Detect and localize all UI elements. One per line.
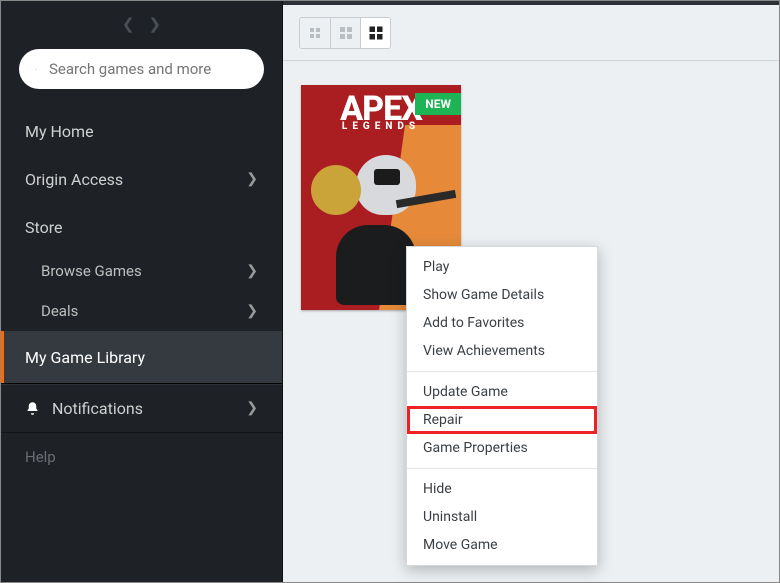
- sidebar-item-label: Help: [25, 448, 56, 466]
- chevron-right-icon: ❯: [246, 171, 258, 187]
- sidebar-item-label: My Home: [25, 122, 94, 141]
- view-toolbar: [283, 5, 779, 61]
- grid-small-icon: [307, 25, 323, 41]
- view-small-grid-button[interactable]: [300, 18, 330, 48]
- context-menu-item-hide[interactable]: Hide: [407, 475, 597, 503]
- app-root: ❮ ❯ My Home Origin Access ❯ Store Browse…: [1, 1, 779, 582]
- sidebar-item-label: Deals: [41, 302, 78, 320]
- sidebar-item-label: Origin Access: [25, 170, 123, 189]
- context-menu-item-move-game[interactable]: Move Game: [407, 531, 597, 559]
- sidebar-item-deals[interactable]: Deals ❯: [1, 291, 282, 331]
- sidebar-item-origin-access[interactable]: Origin Access ❯: [1, 155, 282, 203]
- sidebar-item-my-home[interactable]: My Home: [1, 107, 282, 155]
- context-menu-item-add-to-favorites[interactable]: Add to Favorites: [407, 309, 597, 337]
- chevron-right-icon: ❯: [246, 303, 258, 319]
- history-nav: ❮ ❯: [1, 1, 282, 39]
- sidebar-item-label: My Game Library: [25, 348, 145, 367]
- bell-icon: [25, 401, 40, 416]
- context-menu-item-uninstall[interactable]: Uninstall: [407, 503, 597, 531]
- search-icon: [35, 62, 37, 77]
- context-menu-section: Update GameRepairGame Properties: [407, 371, 597, 468]
- sidebar-item-store: Store: [1, 203, 282, 251]
- search-container: [1, 39, 282, 107]
- sidebar-item-notifications[interactable]: Notifications ❯: [1, 384, 282, 432]
- sidebar-nav-bottom: Notifications ❯: [1, 384, 282, 432]
- sidebar: ❮ ❯ My Home Origin Access ❯ Store Browse…: [1, 1, 283, 582]
- sidebar-item-label: Notifications: [52, 399, 143, 418]
- context-menu-section: HideUninstallMove Game: [407, 468, 597, 565]
- back-icon[interactable]: ❮: [122, 15, 135, 33]
- context-menu-item-play[interactable]: Play: [407, 253, 597, 281]
- view-mode-group: [299, 17, 391, 49]
- sidebar-item-label: Store: [25, 218, 62, 237]
- context-menu-section: PlayShow Game DetailsAdd to FavoritesVie…: [407, 247, 597, 371]
- view-medium-grid-button[interactable]: [330, 18, 360, 48]
- search-input[interactable]: [49, 60, 248, 78]
- chevron-right-icon: ❯: [246, 400, 258, 416]
- grid-medium-icon: [338, 25, 354, 41]
- view-large-grid-button[interactable]: [360, 18, 390, 48]
- chevron-right-icon: ❯: [246, 263, 258, 279]
- context-menu-item-view-achievements[interactable]: View Achievements: [407, 337, 597, 365]
- forward-icon[interactable]: ❯: [149, 15, 162, 33]
- new-badge: NEW: [415, 93, 461, 115]
- sidebar-nav: My Home Origin Access ❯ Store Browse Gam…: [1, 107, 282, 383]
- search-field[interactable]: [19, 49, 264, 89]
- context-menu-item-update-game[interactable]: Update Game: [407, 378, 597, 406]
- grid-large-icon: [368, 25, 384, 41]
- game-title-line2: LEGENDS: [301, 121, 461, 132]
- sidebar-item-browse-games[interactable]: Browse Games ❯: [1, 251, 282, 291]
- context-menu[interactable]: PlayShow Game DetailsAdd to FavoritesVie…: [406, 246, 598, 566]
- context-menu-item-game-properties[interactable]: Game Properties: [407, 434, 597, 462]
- context-menu-item-repair[interactable]: Repair: [407, 406, 597, 434]
- sidebar-item-help[interactable]: Help: [1, 432, 282, 480]
- sidebar-item-my-game-library[interactable]: My Game Library: [1, 331, 282, 383]
- sidebar-item-label: Browse Games: [41, 262, 142, 280]
- context-menu-item-show-game-details[interactable]: Show Game Details: [407, 281, 597, 309]
